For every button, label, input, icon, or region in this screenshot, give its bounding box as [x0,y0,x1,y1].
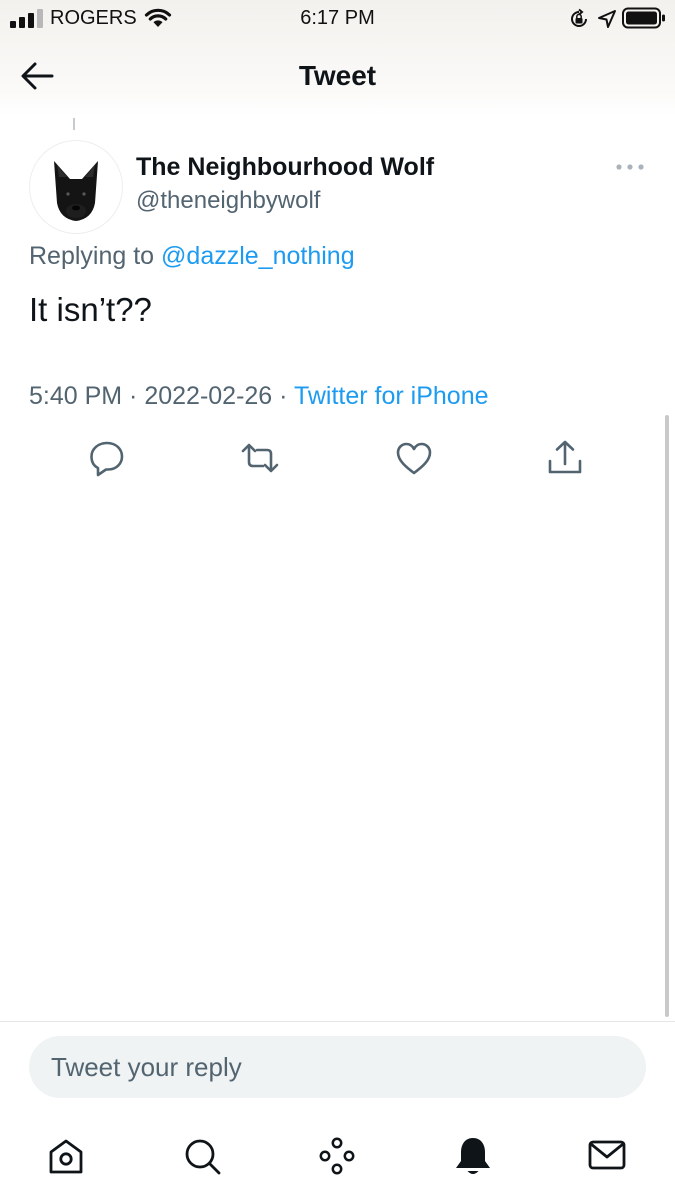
replying-to-label: Replying to [29,242,155,270]
tweet-source[interactable]: Twitter for iPhone [294,382,489,410]
tab-search[interactable] [182,1134,222,1178]
tweet-time: 5:40 PM [29,382,123,410]
status-bar: ROGERS 6:17 PM [0,0,675,38]
more-dots-icon [616,164,644,170]
reply-bubble-icon [90,441,124,477]
like-button[interactable] [394,438,434,478]
share-icon [548,440,582,474]
more-options-button[interactable] [614,160,646,174]
page-title: Tweet [298,60,377,91]
scrollbar[interactable] [665,415,669,1017]
reply-input[interactable] [29,1036,646,1098]
tweet-date: 2022-02-26 [144,382,273,410]
retweet-icon [241,443,279,473]
divider [0,1021,675,1022]
location-arrow-icon [598,10,616,28]
author-handle[interactable]: @theneighbywolf [136,187,320,215]
share-button[interactable] [545,438,585,478]
bell-icon [456,1138,490,1174]
meta-separator: · [272,382,294,410]
home-icon [49,1139,83,1174]
replying-to-mention[interactable]: @dazzle_nothing [161,242,355,270]
meta-separator: · [122,382,145,410]
battery-icon [622,7,665,29]
rotation-lock-icon [571,8,587,27]
envelope-icon [588,1140,626,1170]
avatar[interactable] [29,140,123,234]
retweet-button[interactable] [240,438,280,478]
replying-to-line: Replying to @dazzle_nothing [29,242,355,271]
black-dog-avatar [54,161,98,221]
tab-notifications[interactable] [453,1134,493,1178]
thread-connector-line [73,118,75,130]
search-icon [185,1139,221,1175]
tab-messages[interactable] [587,1134,627,1178]
spaces-icon [319,1137,355,1175]
tweet-metadata: 5:40 PM · 2022-02-26 · Twitter for iPhon… [29,382,489,411]
reply-button[interactable] [87,438,127,478]
heart-icon [396,442,432,475]
tweet-text: It isn’t?? [29,291,152,328]
tab-home[interactable] [46,1134,86,1178]
tab-spaces[interactable] [317,1134,357,1178]
author-display-name[interactable]: The Neighbourhood Wolf [136,153,434,182]
